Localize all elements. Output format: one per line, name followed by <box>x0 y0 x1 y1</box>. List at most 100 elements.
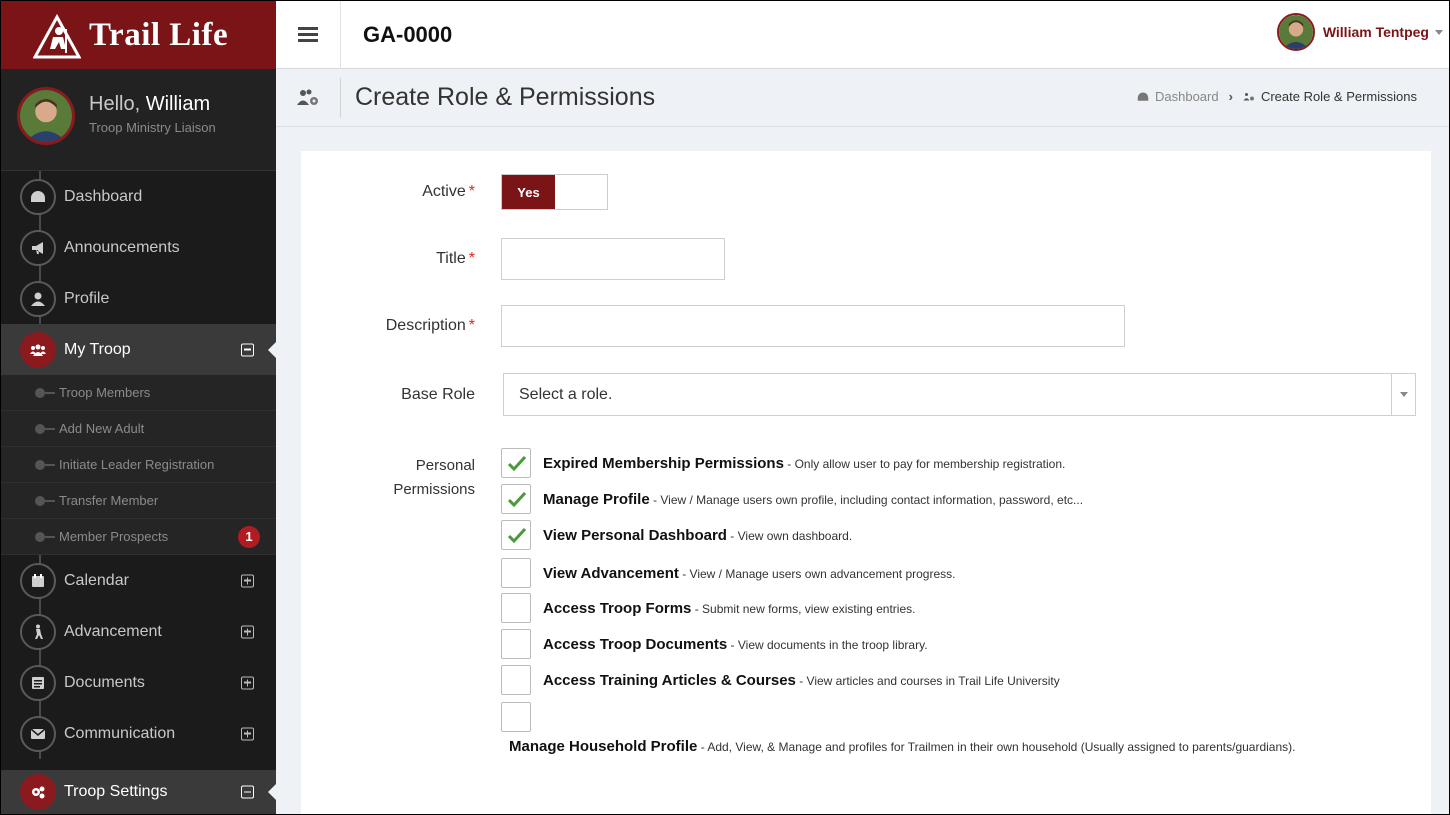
permission-item[interactable]: Access Troop Forms - Submit new forms, v… <box>501 592 915 624</box>
document-icon <box>20 664 56 701</box>
dashboard-icon <box>20 178 56 215</box>
page-title: Create Role & Permissions <box>355 83 656 111</box>
envelope-icon <box>20 715 56 752</box>
description-label: Description * <box>385 317 475 334</box>
user-menu[interactable]: William Tentpeg <box>1276 13 1443 51</box>
permission-item[interactable]: View Personal Dashboard - View own dashb… <box>501 519 852 551</box>
permission-checkbox[interactable] <box>501 665 531 695</box>
sidebar-item-label: Profile <box>64 289 110 307</box>
active-toggle-yes: Yes <box>502 175 555 209</box>
expand-icon[interactable] <box>241 625 254 638</box>
permission-item-label: Manage Household Profile - Add, View, & … <box>509 738 1296 755</box>
notification-badge: 1 <box>238 525 260 548</box>
top-bar: GA-0000 William Tentpeg <box>276 1 1449 69</box>
brand-name: Trail Life <box>89 16 229 53</box>
expand-icon[interactable] <box>241 727 254 740</box>
permission-checkbox[interactable] <box>501 629 531 659</box>
avatar <box>1276 13 1315 51</box>
roles-icon <box>1243 92 1254 100</box>
checkmark-icon <box>508 528 526 543</box>
permission-item[interactable] <box>501 701 531 733</box>
calendar-icon <box>20 562 56 599</box>
permission-item[interactable]: Expired Membership Permissions - Only al… <box>501 447 1065 479</box>
permission-checkbox[interactable] <box>501 558 531 588</box>
megaphone-icon <box>20 229 56 266</box>
sidebar-item-label: Dashboard <box>64 187 143 205</box>
breadcrumb: Dashboard › Create Role & Permissions <box>1137 89 1417 104</box>
active-toggle[interactable]: Yes <box>501 174 608 210</box>
app-window: Trail Life Hello, William Troop Ministry… <box>1 1 1449 814</box>
sidebar-item-announcements[interactable]: Announcements <box>1 222 276 273</box>
avatar <box>17 87 75 145</box>
sidebar-item-label: Announcements <box>64 238 180 256</box>
hiker-icon <box>20 613 56 650</box>
base-role-placeholder: Select a role. <box>519 385 613 403</box>
breadcrumb-dashboard-link[interactable]: Dashboard <box>1155 89 1219 104</box>
permission-checkbox[interactable] <box>501 702 531 732</box>
menu-toggle-button[interactable] <box>276 1 341 69</box>
greeting: Hello, <box>89 93 141 115</box>
sidebar-item-dashboard[interactable]: Dashboard <box>1 171 276 222</box>
permission-checkbox[interactable] <box>501 520 531 550</box>
permission-checkbox[interactable] <box>501 593 531 623</box>
sidebar-item-advancement[interactable]: Advancement <box>1 606 276 657</box>
user-icon <box>20 280 56 317</box>
sidebar-item-documents[interactable]: Documents <box>1 657 276 708</box>
user-summary: Hello, William Troop Ministry Liaison <box>1 69 276 171</box>
sidebar-item-label: Calendar <box>64 571 129 589</box>
sidebar-item-label: Advancement <box>64 622 162 640</box>
permission-checkbox[interactable] <box>501 484 531 514</box>
base-role-select[interactable]: Select a role. <box>503 373 1416 416</box>
sidebar-nav: Dashboard Announcements Profile My Troop… <box>1 171 276 759</box>
breadcrumb-current: Create Role & Permissions <box>1260 89 1417 104</box>
brand-logo[interactable]: Trail Life <box>1 1 276 69</box>
title-label: Title * <box>436 250 475 267</box>
sidebar-item-profile[interactable]: Profile <box>1 273 276 324</box>
sidebar-item-communication[interactable]: Communication <box>1 708 276 759</box>
caret-down-icon <box>1435 29 1443 35</box>
expand-icon[interactable] <box>241 574 254 587</box>
user-first-name: William <box>145 93 211 115</box>
checkmark-icon <box>508 456 526 471</box>
base-role-label: Base Role <box>401 386 475 403</box>
permission-item[interactable]: View Advancement - View / Manage users o… <box>501 557 955 589</box>
sidebar-item-calendar[interactable]: Calendar <box>1 555 276 606</box>
title-input[interactable] <box>501 238 725 280</box>
collapse-icon[interactable] <box>241 785 254 799</box>
permission-item[interactable]: Access Training Articles & Courses - Vie… <box>501 664 1060 696</box>
org-code: GA-0000 <box>363 21 453 47</box>
sidebar-subitem-member-prospects[interactable]: Member Prospects 1 <box>1 519 276 555</box>
expand-icon[interactable] <box>241 676 254 689</box>
sidebar-item-troop-settings[interactable]: Troop Settings <box>1 770 276 814</box>
dropdown-arrow-icon <box>1391 374 1415 415</box>
user-role: Troop Ministry Liaison <box>89 120 216 135</box>
trail-life-logo-icon <box>33 13 81 59</box>
page-header: Create Role & Permissions Dashboard › Cr… <box>276 69 1449 127</box>
sidebar-subitem-transfer-member[interactable]: Transfer Member <box>1 483 276 519</box>
sidebar-item-label: Documents <box>64 673 145 691</box>
sidebar-subitem-initiate-leader-registration[interactable]: Initiate Leader Registration <box>1 447 276 483</box>
sidebar-item-my-troop[interactable]: My Troop <box>1 324 276 375</box>
permission-item[interactable]: Manage Profile - View / Manage users own… <box>501 483 1083 515</box>
description-input[interactable] <box>501 305 1125 347</box>
roles-icon <box>276 77 341 118</box>
active-label: Active * <box>422 183 475 200</box>
sidebar-subitem-troop-members[interactable]: Troop Members <box>1 375 276 411</box>
dashboard-icon <box>1137 92 1149 101</box>
user-name: William Tentpeg <box>1322 24 1429 40</box>
sidebar: Trail Life Hello, William Troop Ministry… <box>1 1 276 814</box>
permission-checkbox[interactable] <box>501 448 531 478</box>
group-icon <box>20 331 56 368</box>
collapse-icon[interactable] <box>241 343 254 356</box>
role-form: Active * Yes Title * Description * Base Rol… <box>301 151 1431 814</box>
sidebar-item-label: Troop Settings <box>64 783 168 800</box>
checkmark-icon <box>508 492 526 507</box>
sidebar-item-label: Communication <box>64 724 176 742</box>
sidebar-item-label: My Troop <box>64 340 131 358</box>
permission-item[interactable]: Access Troop Documents - View documents … <box>501 628 928 660</box>
chevron-right-icon: › <box>1228 89 1233 104</box>
personal-permissions-label: Personal Permissions <box>393 457 475 498</box>
gears-icon <box>20 774 56 810</box>
sidebar-subitem-add-new-adult[interactable]: Add New Adult <box>1 411 276 447</box>
hamburger-icon <box>298 24 318 45</box>
